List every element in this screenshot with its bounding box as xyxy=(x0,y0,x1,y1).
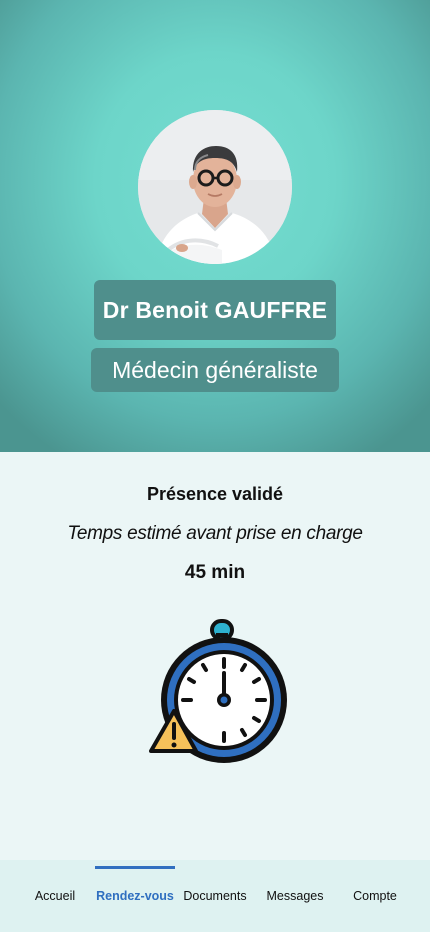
doctor-avatar xyxy=(138,110,292,264)
wait-time-value: 45 min xyxy=(184,562,246,583)
wait-time-label: Temps estimé avant prise en charge xyxy=(67,523,363,544)
doctor-name: Dr Benoit GAUFFRE xyxy=(94,280,336,340)
presence-status: Présence validé xyxy=(146,484,284,504)
nav-item-accueil[interactable]: Accueil xyxy=(15,860,95,932)
nav-item-documents[interactable]: Documents xyxy=(175,860,255,932)
nav-item-compte[interactable]: Compte xyxy=(335,860,415,932)
doctor-portrait-image xyxy=(138,110,292,264)
bottom-navigation: Accueil Rendez-vous Documents Messages C… xyxy=(0,860,430,932)
stopwatch-warning-icon xyxy=(145,615,295,765)
nav-item-rendez-vous[interactable]: Rendez-vous xyxy=(95,860,175,932)
doctor-specialty: Médecin généraliste xyxy=(91,348,339,392)
nav-item-messages[interactable]: Messages xyxy=(255,860,335,932)
doctor-header: Dr Benoit GAUFFRE Médecin généraliste xyxy=(0,0,430,452)
